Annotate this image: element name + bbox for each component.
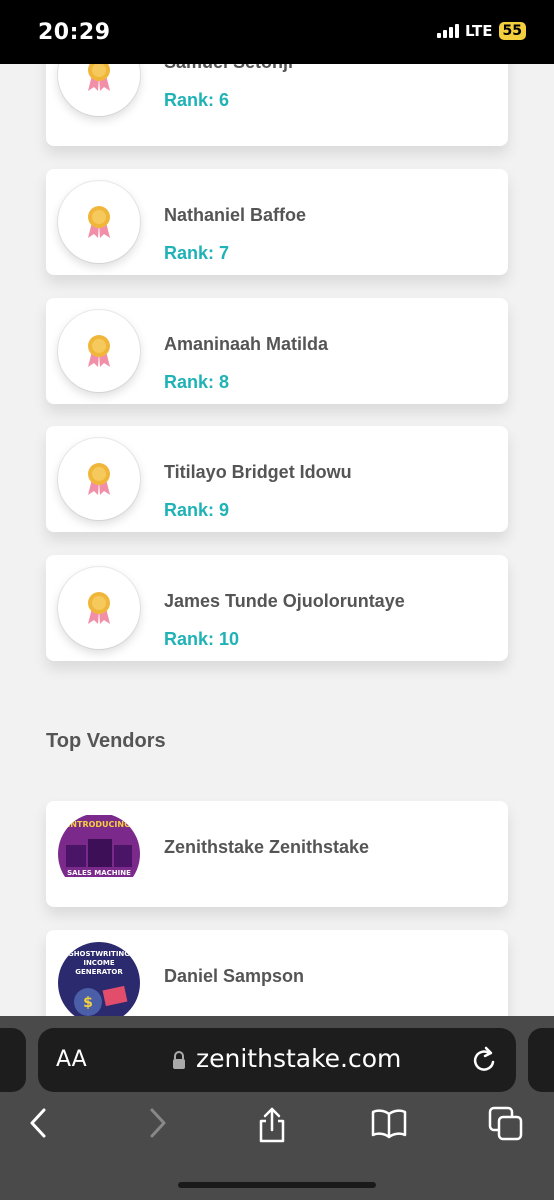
ranking-card[interactable]: Titilayo Bridget Idowu Rank: 9	[46, 426, 508, 532]
network-type: LTE	[464, 22, 493, 40]
ranking-rank: Rank: 6	[164, 90, 230, 110]
reload-icon[interactable]	[472, 1046, 498, 1074]
award-icon	[58, 64, 140, 116]
vendor-image-text: GHOSTWRITING	[68, 950, 130, 958]
signal-icon	[436, 24, 459, 38]
vendor-image-text: ACCELERATOR	[71, 877, 128, 885]
previous-tab-preview[interactable]	[0, 1028, 26, 1092]
browser-toolbar	[0, 1106, 554, 1166]
vendor-image-text: GENERATOR	[75, 968, 123, 976]
url-text[interactable]: zenithstake.com	[196, 1044, 401, 1073]
tabs-icon[interactable]	[488, 1106, 524, 1142]
ranking-card[interactable]: James Tunde Ojuoloruntaye Rank: 10	[46, 555, 508, 661]
browser-chrome: AA zenithstake.com	[0, 1016, 554, 1200]
ranking-rank: Rank: 9	[164, 500, 230, 520]
ranking-card[interactable]: Nathaniel Baffoe Rank: 7	[46, 169, 508, 275]
vendor-card[interactable]: GHOSTWRITING INCOME GENERATOR $ Daniel S…	[46, 930, 508, 1016]
vendor-avatar: INTRODUCING SALES MACHINE ACCELERATOR	[58, 813, 140, 895]
vendor-name: Daniel Sampson	[164, 966, 305, 986]
status-bar: 20:29 LTE 55	[0, 0, 554, 64]
section-title: Top Vendors	[46, 730, 166, 752]
ranking-name: Titilayo Bridget Idowu	[164, 462, 352, 482]
ranking-rank: Rank: 7	[164, 243, 230, 263]
lock-icon	[173, 1051, 185, 1069]
award-icon	[58, 438, 140, 520]
battery-icon: 55	[498, 22, 526, 40]
status-indicators: LTE 55	[436, 22, 526, 40]
vendor-avatar: GHOSTWRITING INCOME GENERATOR $	[58, 942, 140, 1016]
home-indicator[interactable]	[178, 1182, 376, 1188]
ranking-rank: Rank: 10	[164, 629, 240, 649]
next-tab-preview[interactable]	[528, 1028, 554, 1092]
ranking-rank: Rank: 8	[164, 372, 230, 392]
vendor-card[interactable]: INTRODUCING SALES MACHINE ACCELERATOR Ze…	[46, 801, 508, 907]
award-icon	[58, 567, 140, 649]
ranking-name: James Tunde Ojuoloruntaye	[164, 591, 405, 611]
award-icon	[58, 181, 140, 263]
vendor-image-text: INTRODUCING	[67, 820, 130, 829]
forward-icon[interactable]	[144, 1106, 170, 1140]
ranking-card[interactable]: Samuel Setonji Rank: 6	[46, 64, 508, 146]
ranking-card[interactable]: Amaninaah Matilda Rank: 8	[46, 298, 508, 404]
bookmarks-icon[interactable]	[370, 1106, 408, 1140]
vendor-name: Zenithstake Zenithstake	[164, 837, 370, 857]
address-bar[interactable]: AA zenithstake.com	[38, 1028, 516, 1092]
ranking-name: Samuel Setonji	[164, 64, 293, 73]
ranking-name: Amaninaah Matilda	[164, 334, 329, 354]
vendor-image-text: SALES MACHINE	[67, 869, 131, 877]
svg-text:$: $	[83, 995, 93, 1011]
back-icon[interactable]	[26, 1106, 52, 1140]
share-icon[interactable]	[256, 1106, 288, 1144]
vendor-image-text: INCOME	[83, 959, 115, 967]
ranking-name: Nathaniel Baffoe	[164, 205, 307, 225]
page-content[interactable]: Samuel Setonji Rank: 6 Nathaniel Baffoe …	[0, 64, 554, 1016]
status-time: 20:29	[38, 20, 111, 45]
award-icon	[58, 310, 140, 392]
text-size-button[interactable]: AA	[56, 1047, 87, 1072]
